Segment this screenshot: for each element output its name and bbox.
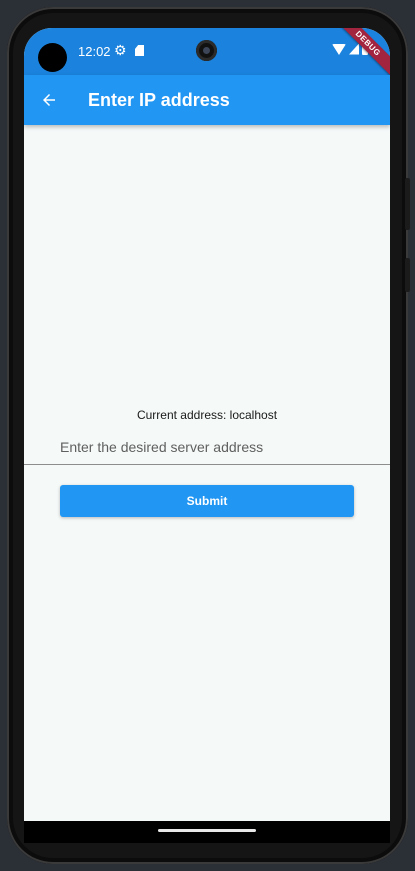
submit-button[interactable]: Submit (60, 485, 354, 517)
power-button (405, 258, 410, 292)
wifi-icon (332, 43, 346, 55)
sd-card-icon (135, 45, 144, 56)
volume-button (405, 178, 410, 230)
navigation-bar (24, 821, 390, 843)
current-address-label: Current address: localhost (136, 408, 278, 422)
status-time: 12:02 (78, 44, 111, 59)
home-indicator[interactable] (158, 829, 256, 832)
settings-gear-icon: ⚙ (114, 42, 127, 58)
screen: 12:02 ⚙ DEBUG Enter IP address Current a… (24, 28, 390, 843)
camera-hole (38, 43, 67, 72)
arrow-back-icon (43, 94, 55, 106)
page-title: Enter IP address (88, 90, 230, 110)
back-button[interactable] (34, 85, 64, 115)
app-bar: Enter IP address (24, 75, 390, 125)
status-bar: 12:02 ⚙ DEBUG (24, 28, 390, 78)
server-address-input[interactable] (24, 429, 390, 465)
front-camera (196, 40, 217, 61)
device-frame: 12:02 ⚙ DEBUG Enter IP address Current a… (0, 0, 415, 871)
cell-signal-icon (349, 43, 359, 55)
